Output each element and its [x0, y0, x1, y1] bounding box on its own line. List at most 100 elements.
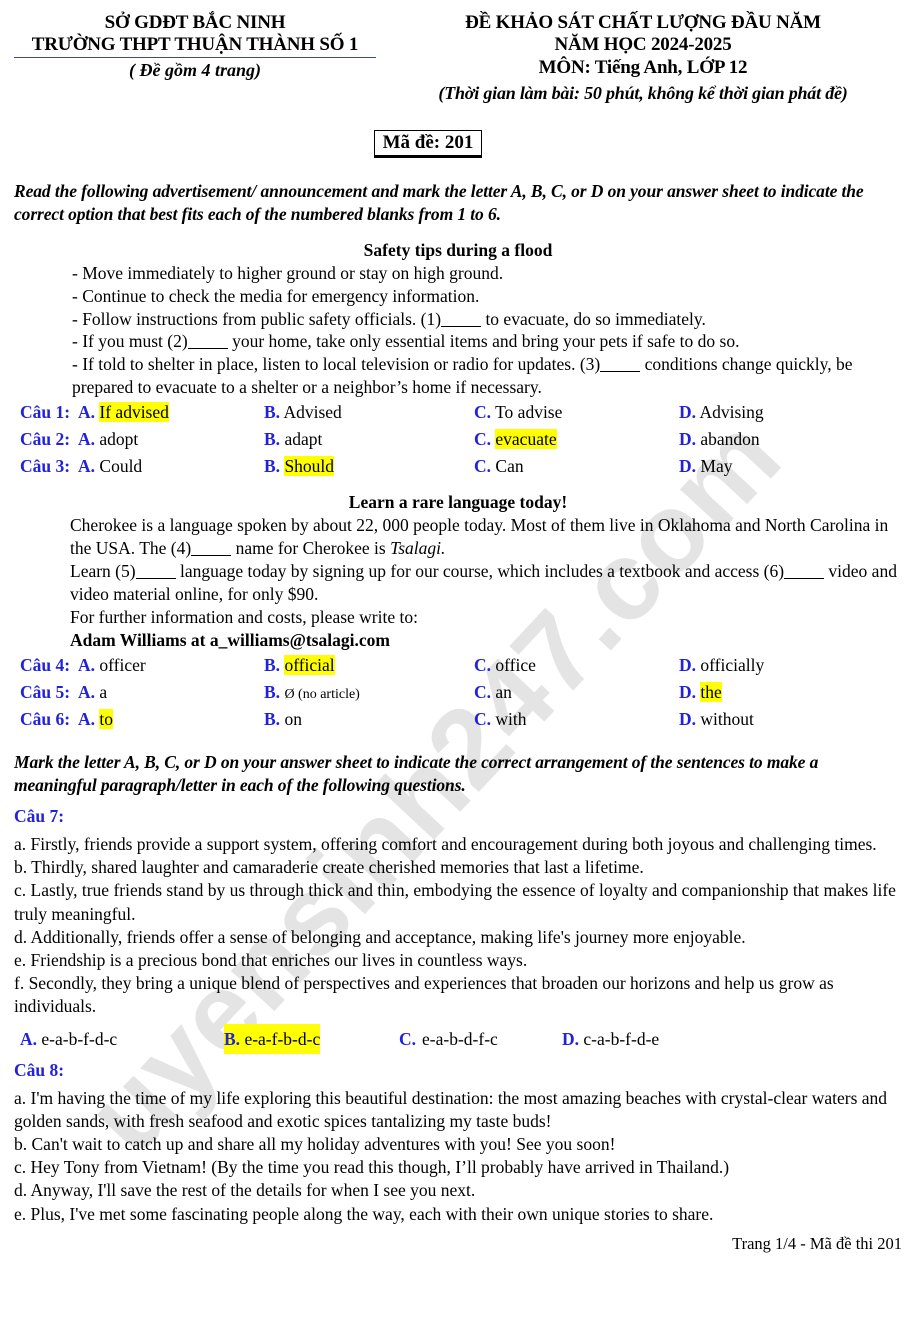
passage-1-line-5a: - If told to shelter in place, listen to…: [72, 354, 601, 375]
question-5-label: Câu 5:: [20, 681, 71, 702]
option-letter: A.: [20, 1029, 38, 1050]
header-right-block: ĐỀ KHẢO SÁT CHẤT LƯỢNG ĐẦU NĂM NĂM HỌC 2…: [380, 12, 906, 104]
option-letter: C.: [474, 681, 492, 702]
exam-duration: (Thời gian làm bài: 50 phút, không kể th…: [438, 83, 848, 104]
option-letter: B.: [264, 654, 281, 675]
question-3-option-d[interactable]: D. May: [679, 453, 732, 480]
option-letter: C.: [474, 456, 492, 477]
question-3-option-c[interactable]: C. Can: [474, 453, 524, 480]
option-letter: C.: [474, 708, 492, 729]
question-7-sentence-a: a. Firstly, friends provide a support sy…: [14, 834, 877, 855]
question-1-label: Câu 1:: [20, 402, 71, 423]
passage-2-title: Learn a rare language today!: [348, 492, 568, 513]
question-8-sentence-d: d. Anyway, I'll save the rest of the det…: [14, 1180, 476, 1201]
question-6-option-c[interactable]: C. with: [474, 706, 527, 733]
question-2-option-d[interactable]: D. abandon: [679, 426, 760, 453]
option-letter: C.: [399, 1029, 417, 1050]
blank-2: [187, 348, 228, 350]
question-1-option-b[interactable]: B. Advised: [264, 399, 342, 426]
passage-2-line-2: Learn (5) language today by signing up f…: [70, 560, 902, 606]
question-4-option-a[interactable]: A. officer: [78, 652, 146, 679]
question-row-5: Câu 5: A. a B. Ø (no article) C. an D. t…: [14, 679, 902, 706]
question-3-label: Câu 3:: [20, 456, 71, 477]
option-text: abandon: [700, 429, 760, 450]
option-text: e-a-b-d-f-c: [422, 1029, 498, 1050]
option-text: without: [700, 708, 754, 729]
question-3-option-a[interactable]: A. Could: [78, 453, 142, 480]
question-5-option-d[interactable]: D. the: [679, 679, 722, 706]
question-7-sentence-f: f. Secondly, they bring a unique blend o…: [14, 972, 834, 1016]
page-header: SỞ GDĐT BẮC NINH TRƯỜNG THPT THUẬN THÀNH…: [0, 0, 916, 104]
option-text: office: [495, 654, 536, 675]
option-letter: D.: [679, 654, 697, 675]
question-6-option-b[interactable]: B. on: [264, 706, 302, 733]
option-letter: D.: [679, 708, 697, 729]
passage-1-title: Safety tips during a flood: [363, 239, 553, 260]
option-text: to: [99, 708, 114, 729]
passage-2-line-1b: name for Cherokee is: [231, 538, 391, 559]
question-7-option-a[interactable]: A. e-a-b-f-d-c: [20, 1024, 117, 1054]
question-7-sentence-e: e. Friendship is a precious bond that en…: [14, 949, 528, 970]
question-1-option-d[interactable]: D. Advising: [679, 399, 764, 426]
option-letter: B.: [264, 681, 281, 702]
passage-2-body: Cherokee is a language spoken by about 2…: [14, 514, 902, 652]
instruction-block-1: Read the following advertisement/ announ…: [14, 181, 864, 224]
page-footer: Trang 1/4 - Mã đề thi 201: [732, 1233, 902, 1253]
question-7-option-d[interactable]: D. c-a-b-f-d-e: [562, 1024, 659, 1054]
question-4-option-d[interactable]: D. officially: [679, 652, 764, 679]
question-1-option-a[interactable]: A. If advised: [78, 399, 169, 426]
question-6-option-a[interactable]: A. to: [78, 706, 114, 733]
school-name: TRƯỜNG THPT THUẬN THÀNH SỐ 1: [13, 35, 377, 59]
passage-1-line-3a: - Follow instructions from public safety…: [72, 308, 442, 329]
option-letter: D.: [679, 429, 697, 450]
option-text: Could: [99, 456, 143, 477]
option-letter: B.: [264, 708, 281, 729]
question-5-option-c[interactable]: C. an: [474, 679, 512, 706]
question-2-option-b[interactable]: B. adapt: [264, 426, 322, 453]
question-row-1: Câu 1: A. If advised B. Advised C. To ad…: [14, 399, 902, 426]
question-5-option-a[interactable]: A. a: [78, 679, 107, 706]
option-letter: D.: [679, 456, 697, 477]
header-left-block: SỞ GDĐT BẮC NINH TRƯỜNG THPT THUẬN THÀNH…: [10, 12, 380, 81]
option-text: officer: [99, 654, 146, 675]
blank-5: [135, 578, 176, 580]
question-7-sentence-d: d. Additionally, friends offer a sense o…: [14, 926, 746, 947]
blank-6: [784, 578, 825, 580]
option-text: evacuate: [495, 429, 557, 450]
question-7-sentence-c: c. Lastly, true friends stand by us thro…: [14, 880, 896, 924]
option-text: adapt: [284, 429, 323, 450]
question-5-option-b[interactable]: B. Ø (no article): [264, 679, 360, 708]
question-row-2: Câu 2: A. adopt B. adapt C. evacuate D. …: [14, 426, 902, 453]
option-text: a: [99, 681, 108, 702]
option-letter: D.: [679, 681, 697, 702]
question-6-option-d[interactable]: D. without: [679, 706, 754, 733]
exam-body: Read the following advertisement/ announ…: [0, 180, 916, 1225]
question-7-option-b[interactable]: B. e-a-f-b-d-c: [224, 1024, 321, 1055]
option-letter: A.: [78, 681, 96, 702]
question-4-option-c[interactable]: C. office: [474, 652, 536, 679]
pages-note: ( Đề gồm 4 trang): [129, 60, 261, 81]
question-7-sentences: a. Firstly, friends provide a support sy…: [14, 833, 902, 1018]
exam-code-row: Mã đề: 201: [0, 130, 916, 159]
option-text: officially: [700, 654, 765, 675]
question-8-sentences: a. I'm having the time of my life explor…: [14, 1087, 902, 1226]
option-letter: C.: [474, 402, 492, 423]
passage-2-line-3: For further information and costs, pleas…: [70, 606, 418, 627]
exam-title: ĐỀ KHẢO SÁT CHẤT LƯỢNG ĐẦU NĂM: [465, 12, 821, 33]
option-text: c-a-b-f-d-e: [583, 1029, 660, 1050]
question-2-option-a[interactable]: A. adopt: [78, 426, 138, 453]
question-8-sentence-c: c. Hey Tony from Vietnam! (By the time y…: [14, 1157, 730, 1178]
question-2-option-c[interactable]: C. evacuate: [474, 426, 557, 453]
question-3-option-b[interactable]: B. Should: [264, 453, 335, 480]
passage-1-body: - Move immediately to higher ground or s…: [14, 262, 902, 400]
passage-2-italic-term: Tsalagi.: [390, 538, 446, 559]
question-1-option-c[interactable]: C. To advise: [474, 399, 562, 426]
question-7-option-c[interactable]: C. e-a-b-d-f-c: [399, 1024, 498, 1054]
subject-and-grade: MÔN: Tiếng Anh, LỚP 12: [538, 56, 748, 78]
option-letter: A.: [78, 654, 96, 675]
option-text: Advising: [699, 402, 764, 423]
option-text: If advised: [99, 402, 169, 423]
question-7-sentence-b: b. Thirdly, shared laughter and camarade…: [14, 857, 644, 878]
option-text: May: [700, 456, 733, 477]
question-4-option-b[interactable]: B. official: [264, 652, 335, 679]
